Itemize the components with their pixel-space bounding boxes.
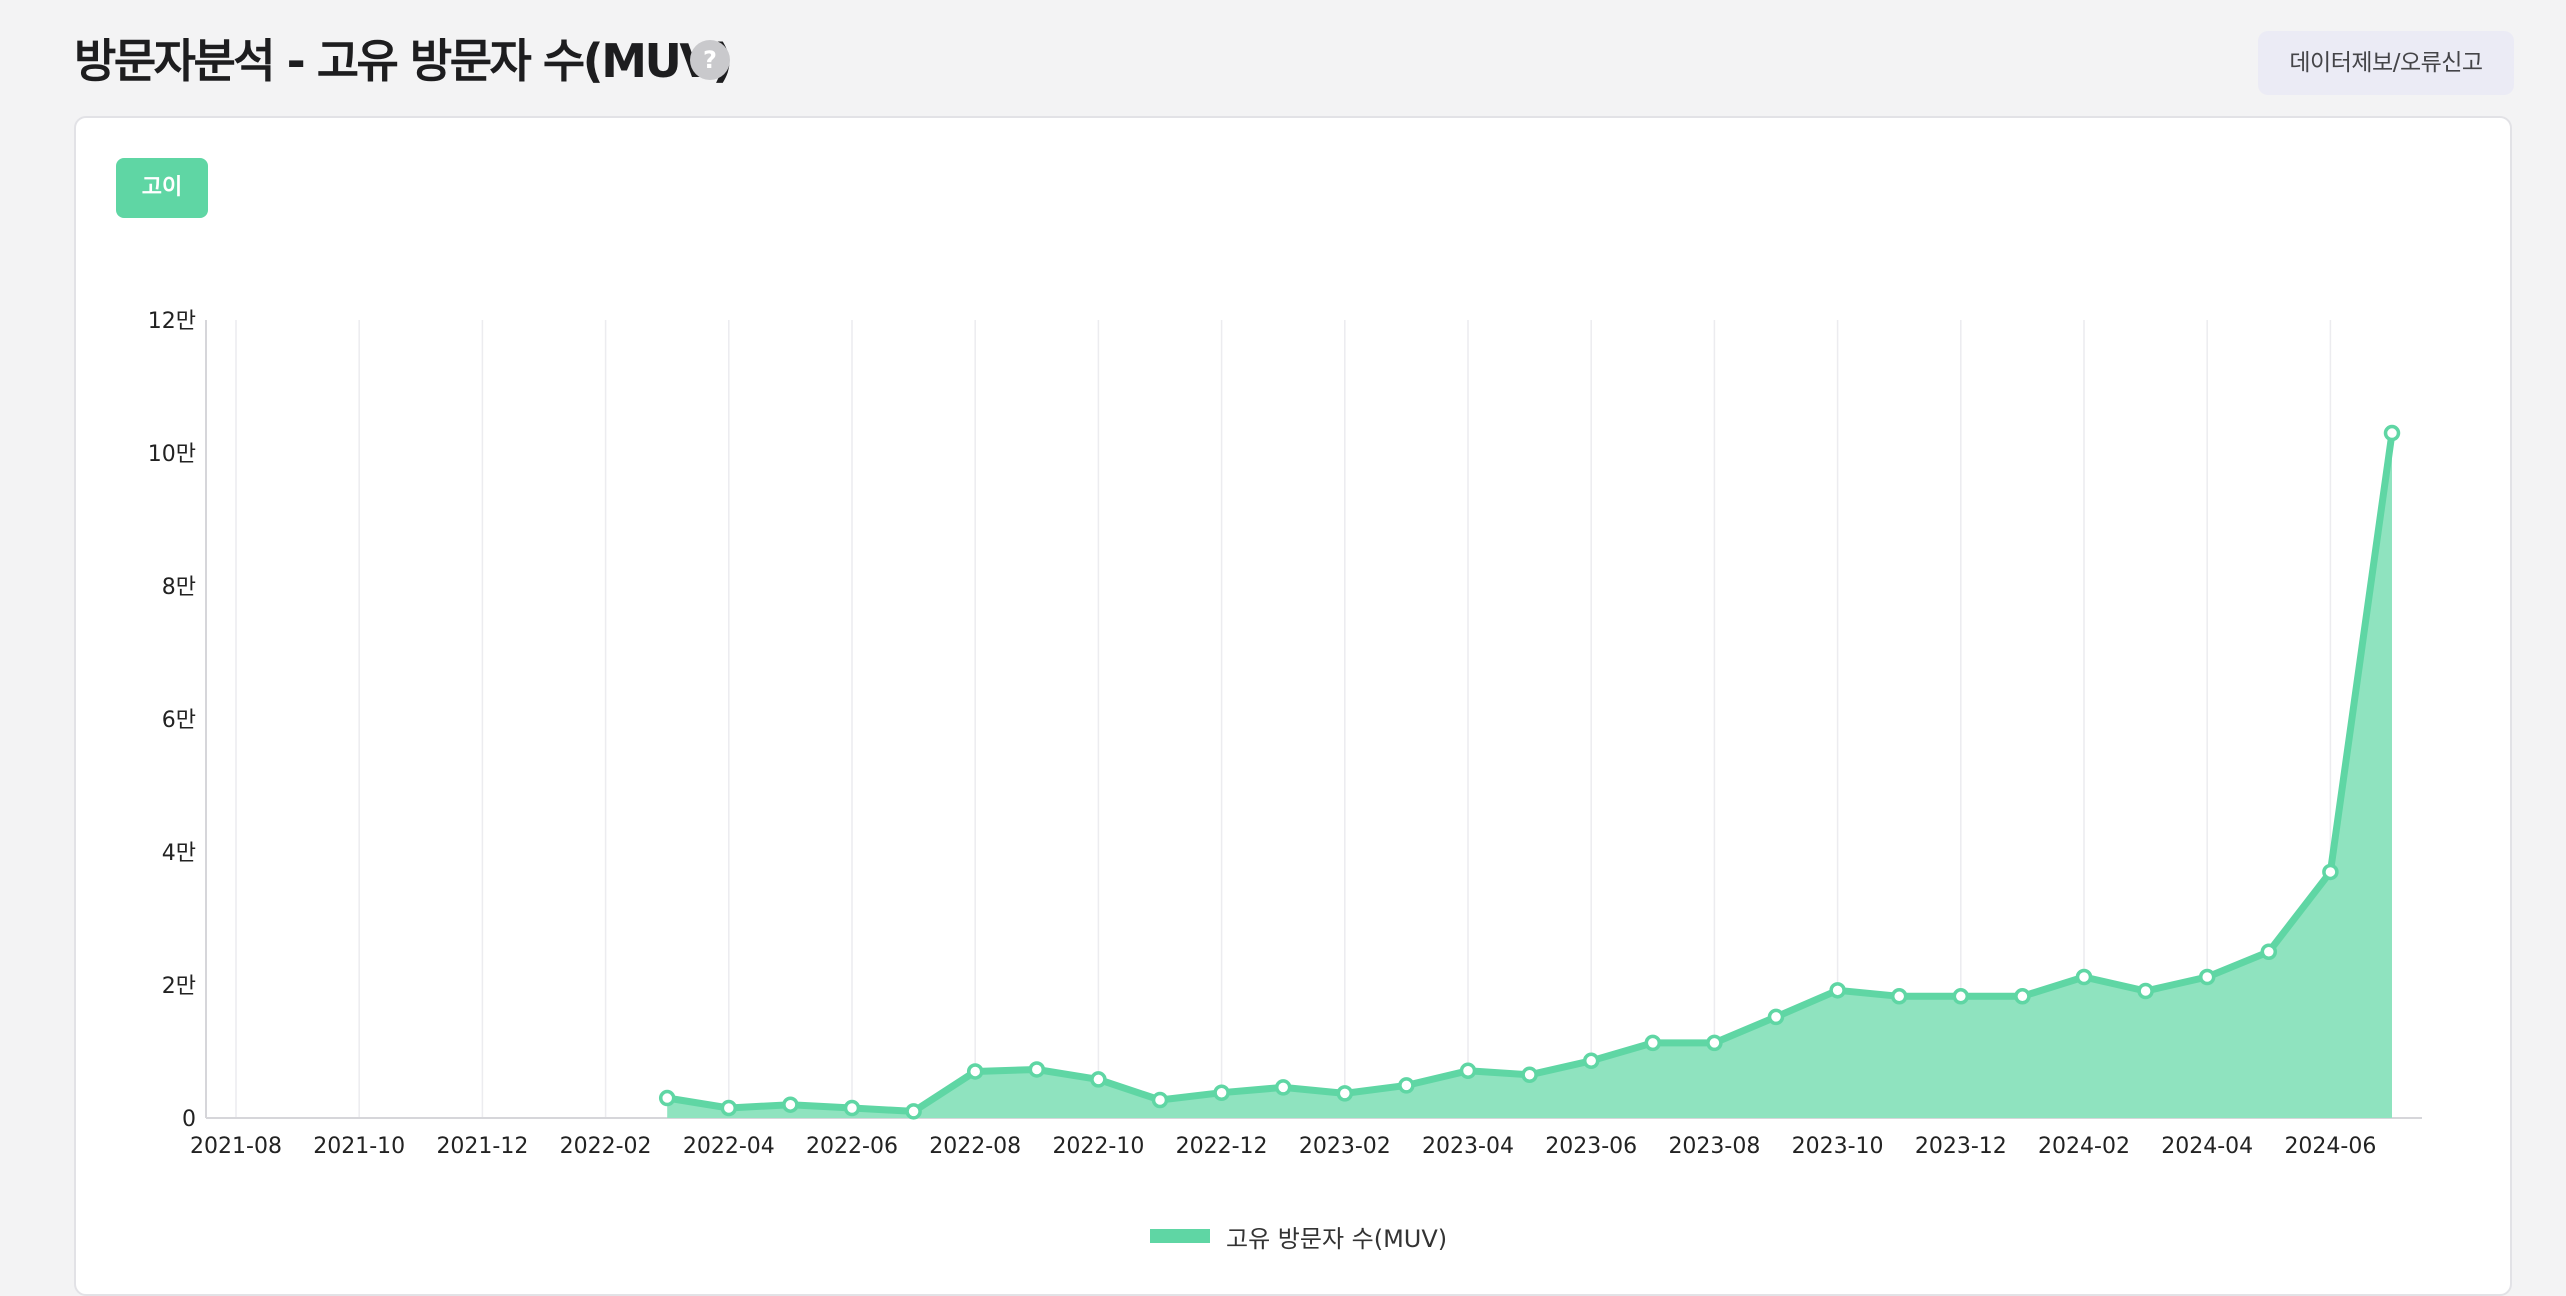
data-point: [1336, 1085, 1354, 1102]
x-tick-label: 2022-12: [1176, 1134, 1268, 1159]
x-tick-label: 2024-02: [2038, 1134, 2130, 1159]
y-tick-label: 4만: [162, 841, 196, 866]
y-tick-label: 8만: [162, 575, 196, 600]
data-point: [2075, 968, 2093, 986]
data-point: [1398, 1077, 1415, 1094]
data-point: [966, 1063, 984, 1080]
x-tick-label: 2022-08: [929, 1134, 1021, 1159]
page-title: 방문자분석 - 고유 방문자 수(MUV): [74, 34, 733, 88]
report-error-button[interactable]: 데이터제보/오류신고: [2258, 31, 2514, 95]
data-point: [1890, 988, 1908, 1005]
y-tick-labels: 0 2만 4만 6만 8만 10만 12만: [148, 309, 196, 1132]
data-point: [1090, 1071, 1107, 1088]
data-point: [1582, 1052, 1600, 1070]
data-point: [1274, 1079, 1292, 1096]
x-tick-label: 2022-10: [1052, 1134, 1144, 1159]
data-point: [2137, 982, 2154, 1000]
data-point: [782, 1096, 799, 1113]
x-tick-label: 2024-04: [2161, 1134, 2253, 1159]
x-tick-label: 2022-02: [560, 1134, 652, 1159]
muv-area-chart: 02만4만6만8만10만12만 2021-08 2021-10 2021-12 202…: [148, 309, 2422, 1159]
x-tick-label: 2023-06: [1545, 1134, 1637, 1159]
data-point: [1706, 1034, 1723, 1052]
y-tick-label: 0: [182, 1107, 196, 1132]
chart-card: 고이 0 2만 4만 6만 8만 10만 12만 2021-08 2021-10 2021-12…: [74, 116, 2512, 1296]
data-point: [1829, 982, 1846, 999]
data-point: [1151, 1091, 1169, 1109]
x-tick-label: 2022-06: [806, 1134, 898, 1159]
x-tick-label: 2023-12: [1915, 1134, 2007, 1159]
data-point: [1644, 1034, 1662, 1052]
y-tick-label: 10만: [148, 442, 196, 467]
data-point: [2198, 968, 2216, 986]
data-point: [2383, 424, 2401, 442]
data-point: [1028, 1061, 1046, 1078]
muv-area: [667, 433, 2393, 1119]
series-layer: [658, 424, 2401, 1120]
y-tick-label: 12만: [148, 309, 196, 334]
legend[interactable]: 고유 방문자 수(MUV): [1150, 1216, 1447, 1256]
data-point: [905, 1103, 922, 1120]
x-tick-label: 2022-04: [683, 1134, 775, 1159]
data-point: [658, 1089, 676, 1107]
data-point: [2260, 943, 2278, 960]
data-point: [1521, 1066, 1538, 1084]
data-point: [1767, 1008, 1785, 1026]
legend-label: 고유 방문자 수(MUV): [1226, 1224, 1448, 1253]
x-tick-label: 2024-06: [2284, 1134, 2376, 1159]
data-point: [843, 1099, 861, 1117]
legend-swatch: [1150, 1229, 1210, 1243]
x-tick-label: 2023-08: [1668, 1134, 1760, 1159]
x-tick-label: 2023-02: [1299, 1134, 1391, 1159]
help-icon[interactable]: ?: [690, 40, 730, 80]
data-point: [2322, 863, 2339, 881]
x-tick-labels: 2021-08 2021-10 2021-12 2022-02 2022-04 2022-…: [190, 1134, 2376, 1159]
x-tick-label: 2023-04: [1422, 1134, 1514, 1159]
data-point: [720, 1099, 738, 1117]
x-tick-label: 2023-10: [1792, 1134, 1884, 1159]
y-tick-label: 2만: [162, 974, 196, 999]
x-tick-label: 2021-12: [436, 1134, 528, 1159]
data-point: [1213, 1084, 1230, 1101]
y-tick-label: 6만: [162, 708, 196, 733]
data-point: [1952, 988, 1970, 1005]
x-tick-label: 2021-10: [313, 1134, 405, 1159]
data-point: [1459, 1062, 1477, 1080]
data-point: [2014, 988, 2031, 1005]
x-tick-label: 2021-08: [190, 1134, 282, 1159]
page-header: 방문자분석 - 고유 방문자 수(MUV) ? 데이터제보/오류신고: [74, 28, 2514, 98]
